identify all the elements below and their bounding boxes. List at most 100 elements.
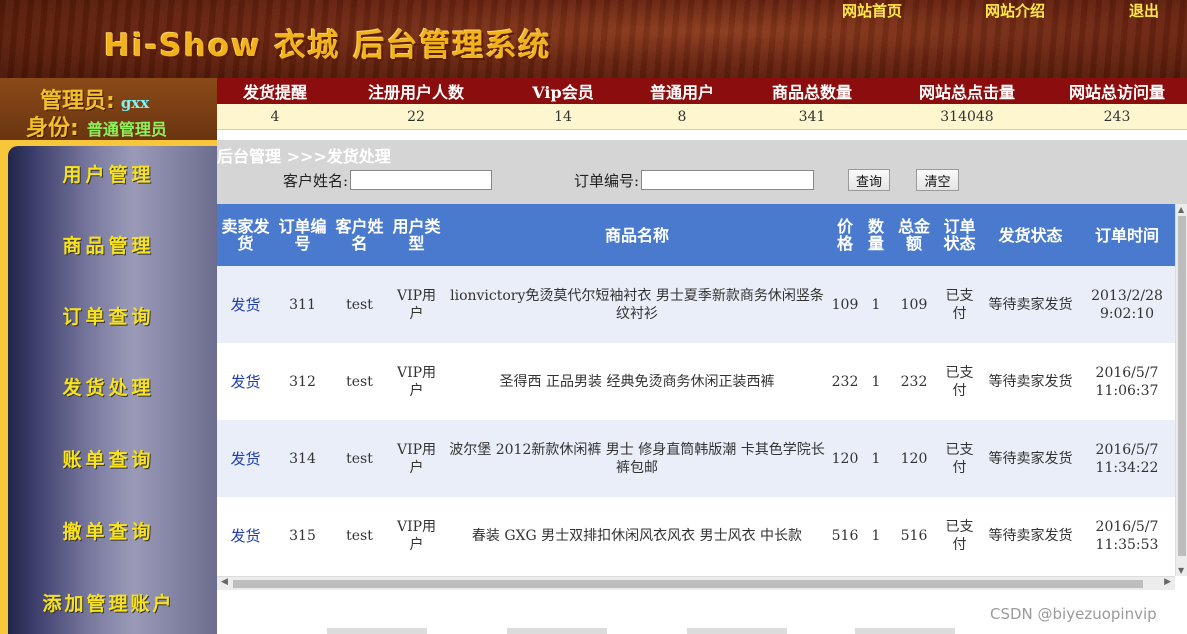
- shipping-status: 等待卖家发货: [988, 296, 1073, 313]
- scroll-down-icon[interactable]: ▼: [1178, 566, 1184, 575]
- stat-value: 14: [554, 108, 572, 125]
- product-name: 春装 GXG 男士双排扣休闲风衣风衣 男士风衣 中长款: [471, 527, 803, 544]
- horizontal-scroll-thumb[interactable]: [233, 580, 1143, 588]
- horizontal-scrollbar[interactable]: ◀ ▶: [217, 576, 1175, 590]
- pager-button[interactable]: [687, 628, 787, 634]
- column-header: 用户类型: [392, 217, 441, 253]
- order-number: 311: [289, 296, 316, 313]
- quantity: 1: [871, 373, 881, 390]
- pager-button[interactable]: [327, 628, 427, 634]
- sidebar-item-product-management[interactable]: 商品管理: [0, 231, 217, 258]
- watermark: CSDN @biyezuopinvip: [990, 605, 1157, 623]
- sidebar-item-order-query[interactable]: 订单查询: [0, 302, 217, 329]
- price: 109: [831, 296, 859, 313]
- stat-header: 网站总点击量: [918, 83, 1015, 102]
- quantity: 1: [871, 450, 881, 467]
- customer-search: 客户姓名:: [283, 169, 493, 191]
- total-amount: 516: [900, 527, 928, 544]
- query-button[interactable]: 查询: [848, 169, 890, 191]
- order-number-label: 订单编号:: [574, 171, 640, 190]
- customer-name: test: [346, 527, 373, 544]
- shipping-status: 等待卖家发货: [988, 373, 1073, 390]
- vertical-scroll-thumb[interactable]: [1178, 216, 1186, 556]
- column-header: 发货状态: [998, 225, 1063, 245]
- order-number-input[interactable]: [641, 170, 815, 190]
- user-type: VIP用户: [396, 364, 437, 399]
- order-time: 2016/5/7 11:06:37: [1095, 364, 1159, 399]
- vertical-scrollbar[interactable]: ▲ ▼: [1175, 204, 1187, 576]
- order-status: 已支付: [945, 364, 974, 399]
- price: 120: [831, 450, 859, 467]
- column-header: 总金额: [897, 217, 930, 253]
- orders-table: 卖家发货 订单编号 客户姓名 用户类型 商品名称 价格 数量 总金额 订单状态 …: [217, 204, 1175, 574]
- pager-button[interactable]: [855, 628, 955, 634]
- column-header: 订单编号: [278, 217, 327, 253]
- stat-header: 普通用户: [649, 83, 714, 102]
- nav-logout-link[interactable]: 退出: [1129, 0, 1159, 21]
- stat-value: 8: [677, 108, 687, 125]
- pager-button[interactable]: [507, 628, 607, 634]
- admin-info: 管理员: gxx 身份: 普通管理员: [0, 78, 217, 141]
- table-row: 发货 315 test VIP用户 春装 GXG 男士双排扣休闲风衣风衣 男士风…: [217, 497, 1175, 574]
- scroll-right-icon[interactable]: ▶: [1164, 577, 1171, 587]
- order-number: 312: [289, 373, 316, 390]
- stat-value: 4: [270, 108, 280, 125]
- stat-header: 商品总数量: [771, 83, 852, 102]
- product-name: lionvictory免烫莫代尔短袖衬衣 男士夏季新款商务休闲竖条纹衬衫: [450, 287, 824, 322]
- price: 516: [831, 527, 859, 544]
- ship-link[interactable]: 发货: [217, 343, 274, 420]
- customer-name: test: [346, 450, 373, 467]
- sidebar-item-cancel-query[interactable]: 撤单查询: [0, 517, 217, 544]
- stat-value: 341: [798, 108, 826, 125]
- stat-value: 243: [1103, 108, 1131, 125]
- total-amount: 120: [900, 450, 928, 467]
- price: 232: [831, 373, 859, 390]
- sidebar-item-user-management[interactable]: 用户管理: [0, 160, 217, 187]
- shipping-status: 等待卖家发货: [988, 450, 1073, 467]
- sidebar-item-bill-query[interactable]: 账单查询: [0, 445, 217, 472]
- order-number: 314: [289, 450, 316, 467]
- customer-name-input[interactable]: [350, 170, 493, 190]
- stat-value: 22: [407, 108, 425, 125]
- user-type: VIP用户: [396, 518, 437, 553]
- customer-name: test: [346, 296, 373, 313]
- column-header: 商品名称: [604, 225, 669, 245]
- main-content: 后台管理 >>>发货处理 客户姓名: 订单编号: 查询 清空 卖家发货 订单编号…: [217, 140, 1187, 634]
- column-header: 数量: [867, 217, 884, 253]
- sidebar-item-shipping[interactable]: 发货处理: [0, 373, 217, 400]
- admin-role-label: 身份:: [26, 116, 79, 141]
- product-name: 圣得西 正品男装 经典免烫商务休闲正装西裤: [499, 373, 775, 390]
- clear-button[interactable]: 清空: [916, 169, 959, 191]
- admin-role: 普通管理员: [86, 120, 167, 139]
- column-header: 客户姓名: [335, 217, 384, 253]
- breadcrumb: 后台管理 >>>发货处理: [217, 147, 391, 166]
- order-time: 2013/2/28 9:02:10: [1091, 287, 1163, 322]
- order-status: 已支付: [945, 518, 974, 553]
- stat-header: Vip会员: [532, 83, 594, 102]
- order-number: 315: [289, 527, 316, 544]
- scroll-left-icon[interactable]: ◀: [221, 577, 228, 587]
- user-type: VIP用户: [396, 287, 437, 322]
- user-type: VIP用户: [396, 441, 437, 476]
- scroll-up-icon[interactable]: ▲: [1178, 205, 1184, 214]
- quantity: 1: [871, 296, 881, 313]
- sidebar-item-add-admin[interactable]: 添加管理账户: [0, 589, 217, 616]
- total-amount: 109: [900, 296, 928, 313]
- column-header: 价格: [836, 217, 853, 253]
- nav-home-link[interactable]: 网站首页: [842, 0, 902, 21]
- column-header: 订单时间: [1094, 225, 1159, 245]
- ship-link[interactable]: 发货: [217, 420, 274, 497]
- top-nav: 网站首页 网站介绍 退出: [840, 0, 1187, 22]
- order-time: 2016/5/7 11:34:22: [1095, 441, 1159, 476]
- table-row: 发货 311 test VIP用户 lionvictory免烫莫代尔短袖衬衣 男…: [217, 266, 1175, 343]
- product-name: 波尔堡 2012新款休闲裤 男士 修身直筒韩版潮 卡其色学院长裤包邮: [449, 441, 825, 476]
- ship-link[interactable]: 发货: [217, 266, 274, 343]
- table-row: 发货 312 test VIP用户 圣得西 正品男装 经典免烫商务休闲正装西裤 …: [217, 343, 1175, 420]
- order-status: 已支付: [945, 441, 974, 476]
- column-header: 卖家发货: [221, 217, 270, 253]
- column-header: 订单状态: [943, 217, 976, 253]
- shipping-status: 等待卖家发货: [988, 527, 1073, 544]
- ship-link[interactable]: 发货: [217, 497, 274, 574]
- nav-about-link[interactable]: 网站介绍: [985, 0, 1045, 21]
- stats-table: 发货提醒 注册用户人数 Vip会员 普通用户 商品总数量 网站总点击量 网站总访…: [217, 78, 1187, 130]
